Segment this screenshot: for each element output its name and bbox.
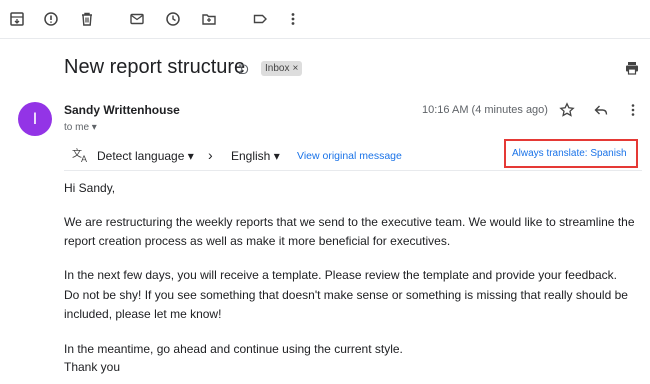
body-paragraph-1-line-1: We are restructuring the weekly reports … (64, 215, 635, 229)
view-original-link[interactable]: View original message (297, 150, 402, 162)
recipient-details-toggle[interactable]: to me ▾ (64, 122, 97, 133)
mark-unread-icon[interactable] (128, 10, 146, 28)
translate-arrow-icon: › (208, 147, 213, 163)
report-spam-icon[interactable] (42, 10, 60, 28)
email-toolbar (0, 0, 650, 39)
translate-icon: 文A (72, 147, 92, 166)
move-to-icon[interactable] (200, 10, 218, 28)
target-language-dropdown[interactable]: English ▾ (231, 149, 280, 163)
detect-language-dropdown[interactable]: Detect language ▾ (97, 149, 194, 163)
inbox-label-chip[interactable]: Inbox × (261, 61, 303, 76)
sender-name[interactable]: Sandy Writtenhouse (64, 103, 180, 117)
snooze-icon[interactable] (164, 10, 182, 28)
importance-marker-icon[interactable]: ᗤ (238, 62, 249, 78)
body-paragraph-2-line-3: included, please let me know! (64, 307, 222, 321)
email-timestamp: 10:16 AM (4 minutes ago) (422, 104, 548, 116)
body-paragraph-3-line-1: In the meantime, go ahead and continue u… (64, 342, 403, 356)
message-more-icon[interactable] (624, 101, 642, 119)
body-sign-off: Thank you (64, 360, 121, 374)
archive-icon[interactable] (8, 10, 26, 28)
label-icon[interactable] (251, 10, 269, 28)
remove-label-icon[interactable]: × (292, 63, 298, 74)
always-translate-highlight: Always translate: Spanish (504, 139, 638, 168)
reply-icon[interactable] (592, 101, 610, 119)
body-paragraph-2-line-1: In the next few days, you will receive a… (64, 268, 617, 282)
print-icon[interactable] (624, 60, 642, 78)
email-subject: New report structure (64, 56, 246, 78)
label-chip-text: Inbox (265, 63, 290, 74)
sender-avatar[interactable]: I (18, 102, 52, 136)
delete-icon[interactable] (78, 10, 96, 28)
body-paragraph-1-line-2: report creation process as well as make … (64, 234, 451, 248)
svg-text:A: A (81, 154, 87, 163)
star-icon[interactable] (558, 101, 576, 119)
body-greeting: Hi Sandy, (64, 181, 116, 195)
body-paragraph-2-line-2: Do not be shy! If you see something that… (64, 288, 628, 302)
more-icon[interactable] (284, 10, 302, 28)
translation-bar: 文A Detect language ▾ › English ▾ View or… (64, 139, 642, 171)
always-translate-link[interactable]: Always translate: Spanish (512, 148, 627, 159)
